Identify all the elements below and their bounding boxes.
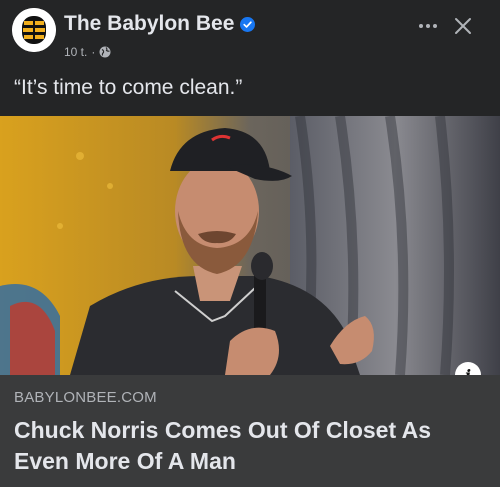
verified-badge-icon xyxy=(240,17,255,32)
page-name[interactable]: The Babylon Bee xyxy=(64,12,234,36)
more-options-icon-dot xyxy=(419,24,423,28)
meta-separator: · xyxy=(91,45,96,59)
post-meta: 10 t. · xyxy=(64,45,111,59)
post-timestamp[interactable]: 10 t. xyxy=(64,45,87,59)
link-preview-image[interactable] xyxy=(0,116,500,375)
more-options-button[interactable] xyxy=(414,14,442,38)
link-headline[interactable]: Chuck Norris Comes Out Of Closet As Even… xyxy=(14,415,484,477)
article-photo xyxy=(0,116,500,375)
link-domain: BABYLONBEE.COM xyxy=(14,389,157,406)
link-preview[interactable]: BABYLONBEE.COM Chuck Norris Comes Out Of… xyxy=(0,375,500,487)
more-options-icon-dot xyxy=(426,24,430,28)
close-icon[interactable] xyxy=(451,14,475,38)
post-header: The Babylon Bee 10 t. · xyxy=(0,0,500,64)
page-avatar[interactable] xyxy=(12,8,56,52)
globe-icon xyxy=(99,46,111,58)
more-options-icon-dot xyxy=(433,24,437,28)
post-caption: “It’s time to come clean.” xyxy=(14,76,243,99)
babylon-bee-logo-icon xyxy=(12,8,56,52)
